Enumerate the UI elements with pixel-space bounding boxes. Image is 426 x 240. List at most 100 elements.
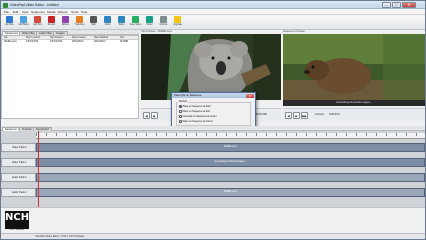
nch-company: NCH Software [9, 229, 25, 231]
file-list-header: File Start Location Clip Duration Date C… [2, 36, 138, 40]
toolbar-label: Upgrade [173, 23, 182, 26]
playhead-marker[interactable] [38, 131, 39, 207]
menu-media[interactable]: Media [47, 10, 55, 14]
ruler-tick [376, 133, 377, 136]
add-blank-button[interactable]: Add Blank [17, 16, 30, 29]
video-clip[interactable]: Wildlife.wmv [36, 143, 425, 152]
option-overwrite-at-cursor[interactable]: Overwrite on Sequence at Cursor [179, 115, 217, 118]
track-header-3[interactable]: Audio Track 1 [1, 173, 36, 182]
timeline-ruler[interactable] [36, 133, 425, 139]
ruler-tick [396, 133, 397, 136]
file-size: 25.0MB [120, 41, 128, 43]
ruler-tick [306, 133, 307, 136]
options-button[interactable]: Options [157, 16, 170, 29]
menu-help[interactable]: Help [81, 10, 87, 14]
column-date-modified[interactable]: Date Modified [94, 37, 108, 39]
transition-button[interactable]: Transition [73, 16, 86, 29]
column-clip-duration[interactable]: Clip Duration [50, 37, 63, 39]
ruler-tick [356, 133, 357, 136]
toolbar-label: Record [47, 23, 56, 26]
app-window: VideoPad Video Editor - Untitled – □ ✕ F… [0, 0, 426, 240]
file-start: 0:00:00.000 [26, 41, 39, 43]
menu-sequence[interactable]: Sequence [31, 10, 45, 14]
menu-edit[interactable]: Edit [13, 10, 18, 14]
close-window-button[interactable]: ✕ [402, 1, 416, 8]
track-lane-1[interactable]: Wildlife.wmv [36, 143, 425, 152]
audio-clip[interactable]: Wildlife.wmv [36, 188, 425, 197]
undo-icon [104, 16, 111, 23]
track-header-1[interactable]: Video Track 2 [1, 143, 36, 152]
clip-prev-frame-button[interactable]: ◀ [143, 112, 150, 119]
main-toolbar: Add File Add Blank Add Text Record Effects Tr… [1, 15, 425, 30]
window-title: VideoPad Video Editor - Untitled [10, 3, 59, 7]
seq-next-frame-button[interactable]: ▶▶ [301, 112, 308, 119]
koala-frame-image [141, 34, 281, 100]
transition-icon [76, 16, 83, 23]
track-lane-2[interactable]: Generating thumbnail images... [36, 158, 425, 167]
file-created: 28/01/2013 [72, 41, 84, 43]
file-modified: 28/01/2013 [94, 41, 106, 43]
maximize-button[interactable]: □ [392, 1, 401, 8]
ruler-tick [56, 133, 57, 136]
column-start-location[interactable]: Start Location [26, 37, 40, 39]
clip-preview-video[interactable] [141, 34, 281, 100]
ruler-tick [76, 133, 77, 136]
menu-file[interactable]: File [4, 10, 9, 14]
menu-effects[interactable]: Effects [58, 10, 67, 14]
track-lane-3[interactable] [36, 173, 425, 182]
nch-logo: NCH [5, 211, 29, 229]
sequence-transport: ◀ ▶ ▶▶ Current: 0:00:30.0 [283, 108, 425, 122]
toolbar-label: Add Blank [18, 23, 29, 26]
redo-button[interactable]: Redo [115, 16, 128, 29]
save-video-button[interactable]: Save Video [129, 16, 142, 29]
minimize-button[interactable]: – [382, 1, 391, 8]
share-button[interactable]: Share [143, 16, 156, 29]
ruler-tick [96, 133, 97, 136]
ruler-tick [256, 133, 257, 136]
dialog-close-button[interactable]: ✕ [246, 93, 254, 98]
seq-play-button[interactable]: ▶ [293, 112, 300, 119]
ruler-tick [136, 133, 137, 136]
toolbar-label: Split [91, 23, 96, 26]
add-text-button[interactable]: Add Text [31, 16, 44, 29]
title-bar: VideoPad Video Editor - Untitled – □ ✕ [1, 1, 425, 9]
column-date-created[interactable]: Date Created [72, 37, 86, 39]
track-header-2[interactable]: Video Track 1 [1, 158, 36, 167]
ruler-tick [366, 133, 367, 136]
audio-clip[interactable] [36, 173, 425, 182]
add-file-button[interactable]: Add File [3, 16, 16, 29]
ruler-tick [196, 133, 197, 136]
effects-button[interactable]: Effects [59, 16, 72, 29]
ruler-tick [386, 133, 387, 136]
track-header-4[interactable]: Audio Track 2 [1, 188, 36, 197]
option-place-at-start[interactable]: Place on Sequence at Start [179, 105, 211, 108]
sequence-status-text: Generating thumbnail images... [283, 100, 425, 106]
video-clip[interactable]: Generating thumbnail images... [36, 158, 425, 167]
ruler-tick [316, 133, 317, 136]
ruler-tick [346, 133, 347, 136]
column-file[interactable]: File [4, 37, 8, 39]
menu-tools[interactable]: Tools [71, 10, 78, 14]
ruler-tick [336, 133, 337, 136]
ruler-tick [116, 133, 117, 136]
column-size[interactable]: Size [120, 37, 124, 39]
videopad-app-icon [3, 2, 8, 8]
option-place-at-cursor[interactable]: Place on Sequence at Cursor [179, 120, 213, 123]
seq-prev-frame-button[interactable]: ◀ [285, 112, 292, 119]
menu-view[interactable]: View [22, 10, 29, 14]
redo-icon [118, 16, 125, 23]
file-name: Wildlife.wmv [4, 41, 17, 43]
split-button[interactable]: Split [87, 16, 100, 29]
record-button[interactable]: Record [45, 16, 58, 29]
sequence-preview-video[interactable] [283, 34, 425, 100]
upgrade-button[interactable]: Upgrade [171, 16, 184, 29]
save-video-icon [132, 16, 139, 23]
status-bar: VideoPad Video Editor v 3.53 © NCH Softw… [1, 233, 425, 239]
track-lane-4[interactable]: Wildlife.wmv [36, 188, 425, 197]
add-text-icon [34, 16, 41, 23]
toolbar-label: Undo [104, 23, 111, 26]
clip-play-button[interactable]: ▶ [151, 112, 158, 119]
undo-button[interactable]: Undo [101, 16, 114, 29]
radio-icon [179, 110, 182, 113]
option-place-at-end[interactable]: Place on Sequence at End [179, 110, 210, 113]
